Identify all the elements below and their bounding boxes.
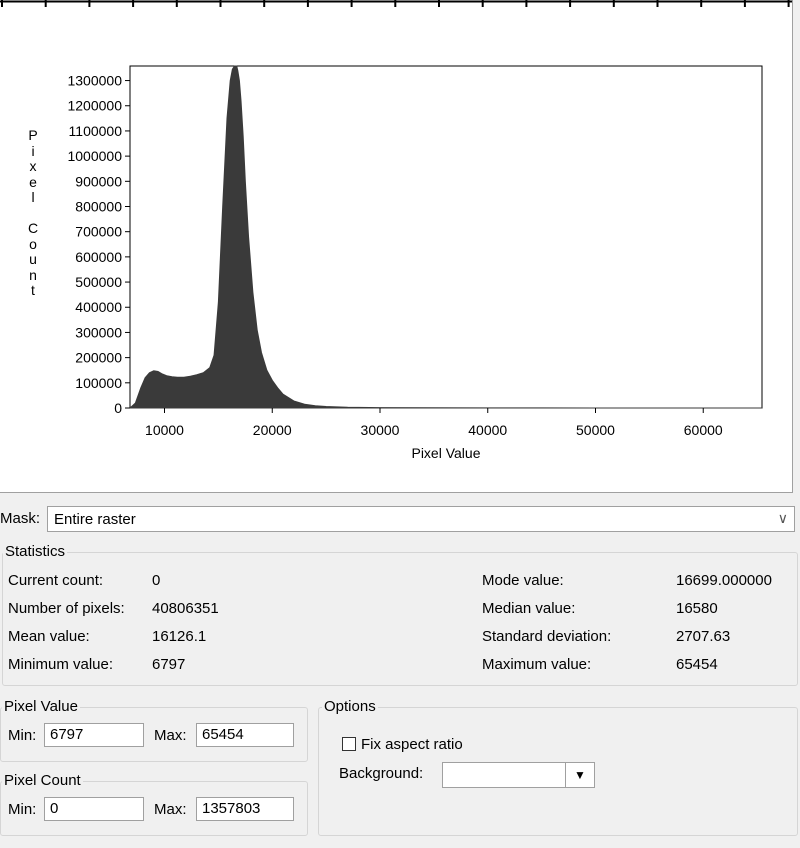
histogram-chart: 0 100000 200000 300000 400000 500000 600000 700… [67,65,763,461]
minimum-value-value: 6797 [152,656,186,673]
y-tick-label: 800000 [75,198,122,214]
background-select[interactable] [442,762,566,788]
maximum-value-label: Maximum value: [482,656,592,673]
pixel-value-max-label: Max: [154,727,187,744]
y-axis-label: P i x e l C o u n t [27,127,39,298]
y-tick-label: 1300000 [67,73,122,89]
pixel-count-title: Pixel Count [2,772,83,789]
y-tick-label: 900000 [75,173,122,189]
pixel-value-min-input[interactable]: 6797 [44,723,144,747]
x-tick-label: 10000 [145,422,184,438]
maximum-value-value: 65454 [676,656,718,673]
current-count-label: Current count: [8,572,104,589]
pixel-value-title: Pixel Value [2,698,80,715]
y-tick-label: 100000 [75,375,122,391]
fix-aspect-ratio-checkbox[interactable] [342,737,356,751]
standard-deviation-label: Standard deviation: [482,628,612,645]
y-tick-label: 1100000 [69,123,123,139]
y-tick-label: 1000000 [67,148,122,164]
x-tick-label: 60000 [684,422,723,438]
mode-value-label: Mode value: [482,572,564,589]
pixel-count-min-input[interactable]: 0 [44,797,144,821]
standard-deviation-value: 2707.63 [676,628,731,645]
x-tick-label: 50000 [576,422,615,438]
mask-select-value: Entire raster [54,511,136,528]
y-tick-label: 700000 [75,224,122,240]
y-tick-label: 0 [114,400,122,416]
x-tick-label: 40000 [468,422,507,438]
y-tick-label: 600000 [75,249,122,265]
pixel-value-max-input[interactable]: 65454 [196,723,294,747]
options-title: Options [322,698,378,715]
chevron-down-icon: ∨ [777,510,788,526]
number-of-pixels-value: 40806351 [152,600,219,617]
statistics-title: Statistics [3,543,68,560]
x-tick-label: 20000 [253,422,292,438]
pixel-count-min-label: Min: [8,801,37,818]
mask-label: Mask: [0,510,41,527]
current-count-value: 0 [152,572,161,589]
mode-value-value: 16699.000000 [676,572,772,589]
pixel-count-max-input[interactable]: 1357803 [196,797,294,821]
background-dropdown-button[interactable]: ▼ [565,762,595,788]
x-tick-label: 30000 [361,422,400,438]
caret-down-icon: ▼ [574,768,586,782]
y-tick-label: 200000 [75,350,122,366]
mean-value-value: 16126.1 [152,628,207,645]
y-tick-label: 300000 [75,324,122,340]
y-tick-label: 400000 [75,299,122,315]
y-tick-label: 1200000 [67,98,122,114]
pixel-count-max-label: Max: [154,801,187,818]
fix-aspect-ratio-label: Fix aspect ratio [361,736,463,753]
background-label: Background: [339,765,424,782]
number-of-pixels-label: Number of pixels: [8,600,125,617]
mask-select[interactable]: Entire raster ∨ [47,506,795,532]
mean-value-label: Mean value: [8,628,90,645]
minimum-value-label: Minimum value: [8,656,114,673]
x-axis-label: Pixel Value [411,445,480,461]
pixel-value-min-label: Min: [8,727,37,744]
y-tick-label: 500000 [75,274,122,290]
median-value-label: Median value: [482,600,576,617]
median-value-value: 16580 [676,600,718,617]
histogram-panel: 0 100000 200000 300000 400000 500000 600000 700… [0,0,793,493]
